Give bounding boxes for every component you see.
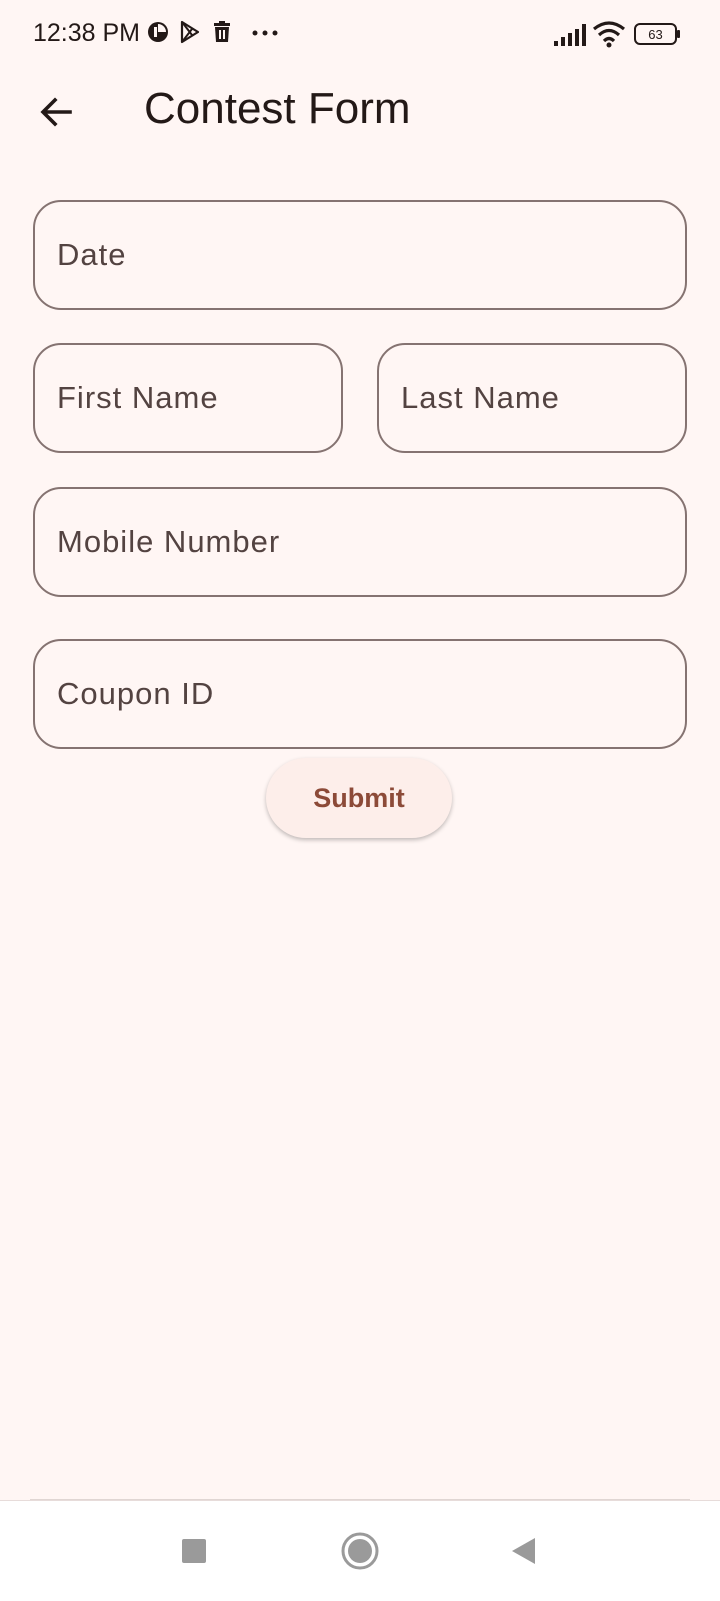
coupon-id-field-container [33,639,687,749]
recents-button[interactable] [170,1527,218,1575]
page-title: Contest Form [144,84,411,133]
arrow-back-icon [40,97,72,127]
last-name-field[interactable] [379,345,685,451]
date-field[interactable] [35,202,685,308]
home-button[interactable] [336,1527,384,1575]
nav-back-button[interactable] [500,1527,548,1575]
wifi-icon [592,20,626,53]
mobile-number-field-container [33,487,687,597]
play-store-icon [178,20,202,49]
submit-button[interactable]: Submit [266,758,452,838]
more-dots-icon [250,20,280,49]
status-time: 12:38 PM [33,19,141,47]
last-name-field-container [377,343,687,453]
home-circle-icon [341,1532,379,1570]
back-triangle-icon [512,1538,535,1564]
signal-icon [554,22,588,53]
trash-icon [210,20,234,49]
app-bar: Contest Form [0,70,720,170]
mobile-number-field[interactable] [35,489,685,595]
battery-icon: 63 [634,22,682,51]
status-bar: 12:38 PM 63 [0,0,720,70]
battery-level: 63 [648,27,662,42]
first-name-field-container [33,343,343,453]
date-field-container [33,200,687,310]
first-name-field[interactable] [35,345,341,451]
coupon-id-field[interactable] [35,641,685,747]
recents-square-icon [182,1539,206,1563]
back-button[interactable] [26,82,86,142]
data-saver-icon [146,20,170,49]
system-nav-bar [0,1500,720,1601]
